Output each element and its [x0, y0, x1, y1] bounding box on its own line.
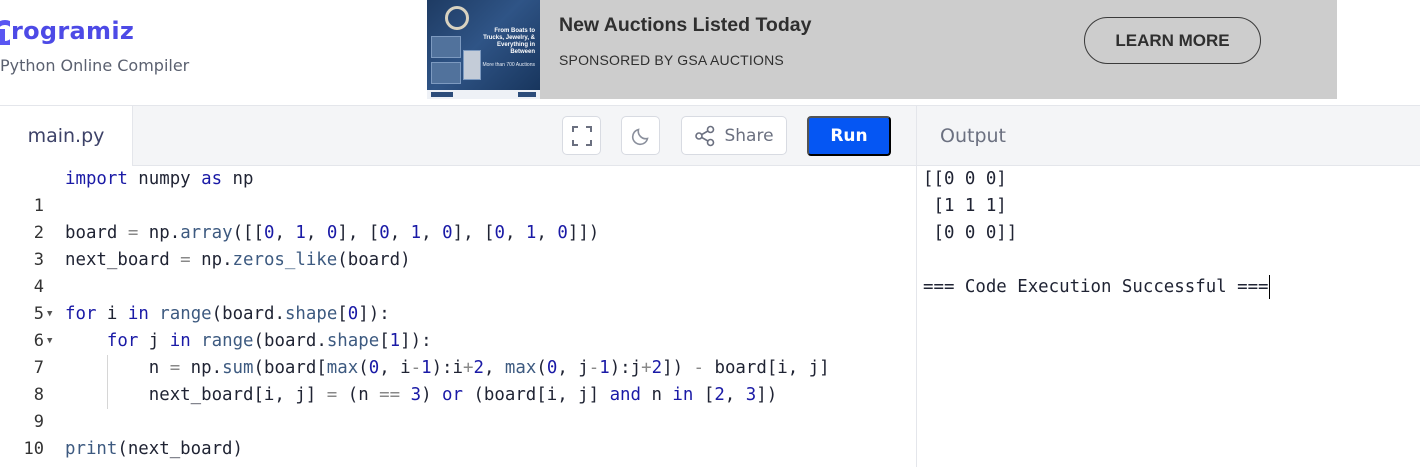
share-icon: [695, 125, 715, 146]
fullscreen-icon: [571, 125, 592, 146]
ad-sponsor: SPONSORED BY GSA AUCTIONS: [559, 52, 784, 68]
code-text: for j in range(board.shape[1]):: [106, 331, 432, 351]
output-line: [0 0 0]]: [923, 223, 1018, 243]
ad-thumb-footer: [427, 90, 540, 99]
ad-thumb-subtext: More than 700 Auctions: [482, 62, 535, 68]
code-line[interactable]: 11 print(next_board): [0, 436, 917, 467]
site-subtitle: Python Online Compiler: [0, 56, 190, 75]
code-text: next_board = np.zeros_like(board): [65, 250, 411, 270]
output-line: [1 1 1]: [923, 196, 1007, 216]
code-line[interactable]: 2: [0, 193, 917, 243]
fullscreen-button[interactable]: [562, 116, 601, 155]
code-text: import numpy as np: [65, 169, 254, 189]
code-line[interactable]: 9 next_board[i, j] = (n == 3) or (board[…: [0, 382, 917, 432]
code-line[interactable]: 3 board = np.array([[0, 1, 0], [0, 1, 0]…: [0, 220, 917, 270]
code-line[interactable]: 6 ▼ for i in range(board.shape[0]):: [0, 301, 917, 351]
necklace-icon: [445, 6, 469, 30]
code-line[interactable]: 1 import numpy as np: [0, 166, 917, 216]
output-header: Output: [917, 106, 1420, 166]
execution-status: === Code Execution Successful ===: [923, 277, 1269, 297]
ad-thumb-text: From Boats to Trucks, Jewelry, & Everyth…: [483, 28, 535, 55]
top-bar: rogramiz Python Online Compiler From Boa…: [0, 0, 1420, 106]
output-title: Output: [940, 125, 1006, 147]
logo-p-icon: [0, 17, 10, 45]
code-text: print(next_board): [65, 439, 243, 459]
file-tab-main-py[interactable]: main.py: [0, 106, 133, 166]
output-console[interactable]: [[0 0 0] [1 1 1] [0 0 0]] === Code Execu…: [917, 166, 1420, 467]
code-editor[interactable]: 1 import numpy as np 2 3 board = np.arra…: [0, 166, 917, 467]
ad-image-tile: [431, 36, 461, 58]
code-text: next_board[i, j] = (n == 3) or (board[i,…: [65, 385, 778, 405]
code-text: board = np.array([[0, 1, 0], [0, 1, 0], …: [65, 223, 600, 243]
ad-title[interactable]: New Auctions Listed Today: [559, 14, 811, 37]
text-caret: [1268, 275, 1270, 299]
ad-image-tile: [431, 62, 461, 84]
ad-thumbnail[interactable]: From Boats to Trucks, Jewelry, & Everyth…: [427, 0, 540, 99]
fold-arrow-icon[interactable]: ▼: [47, 328, 52, 355]
output-line: [[0 0 0]: [923, 169, 1007, 189]
share-label: Share: [724, 125, 774, 146]
moon-icon: [631, 127, 649, 145]
run-button[interactable]: Run: [807, 116, 891, 156]
programiz-logo[interactable]: rogramiz: [0, 14, 134, 48]
code-line[interactable]: 5: [0, 274, 917, 324]
theme-toggle-button[interactable]: [621, 116, 660, 155]
output-line: === Code Execution Successful ===: [923, 274, 1270, 301]
code-line[interactable]: 10: [0, 409, 917, 459]
learn-more-button[interactable]: LEARN MORE: [1084, 17, 1261, 64]
fold-arrow-icon[interactable]: ▼: [47, 301, 52, 328]
code-text: for i in range(board.shape[0]):: [65, 304, 390, 324]
line-number: 11: [0, 463, 44, 467]
logo-text: rogramiz: [11, 17, 135, 45]
share-button[interactable]: Share: [681, 116, 787, 155]
ad-banner[interactable]: From Boats to Trucks, Jewelry, & Everyth…: [427, 0, 1337, 99]
code-line[interactable]: 4 next_board = np.zeros_like(board): [0, 247, 917, 297]
editor-toolbar: main.py Share Run: [0, 106, 917, 166]
code-line[interactable]: 8 n = np.sum(board[max(0, i-1):i+2, max(…: [0, 355, 917, 405]
code-line[interactable]: 7 ▼ for j in range(board.shape[1]):: [0, 328, 917, 378]
code-text: n = np.sum(board[max(0, i-1):i+2, max(0,…: [65, 358, 830, 378]
